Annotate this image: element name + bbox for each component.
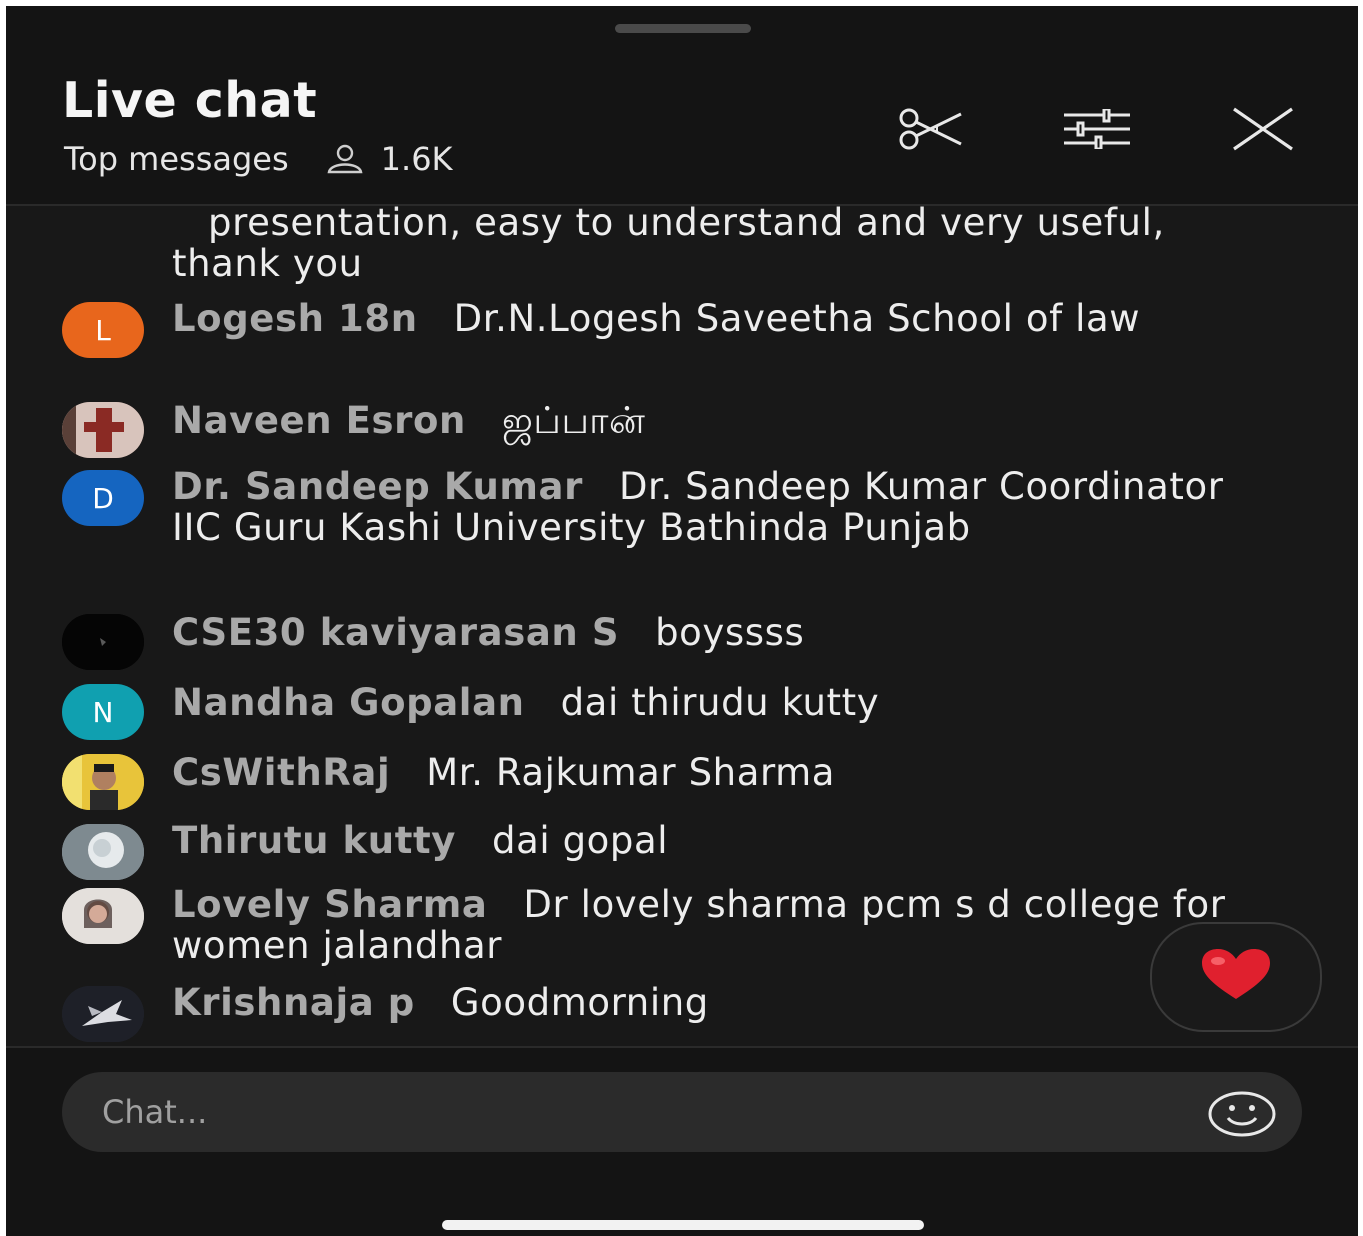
- chat-input[interactable]: [62, 1072, 1302, 1152]
- message-author[interactable]: Lovely Sharma: [172, 883, 487, 926]
- chat-title: Live chat: [62, 72, 318, 129]
- smiley-icon[interactable]: [1204, 1086, 1280, 1142]
- heart-icon: [1194, 947, 1278, 1007]
- close-icon[interactable]: [1228, 98, 1298, 160]
- avatar-photo-icon: [62, 614, 144, 670]
- viewer-count: 1.6K: [380, 140, 453, 178]
- message-author[interactable]: Thirutu kutty: [172, 819, 456, 862]
- message-text: ஜப்பான்: [501, 399, 646, 442]
- message-author[interactable]: Krishnaja p: [172, 981, 415, 1024]
- avatar-initial: N: [92, 695, 114, 729]
- message-author[interactable]: Dr. Sandeep Kumar: [172, 465, 583, 508]
- message-author[interactable]: Logesh 18n: [172, 297, 418, 340]
- avatar[interactable]: L: [62, 302, 144, 358]
- chat-mode-label: Top messages: [64, 140, 289, 178]
- chat-mode-selector[interactable]: Top messages 1.6K: [64, 140, 453, 178]
- message-author[interactable]: Naveen Esron: [172, 399, 466, 442]
- chat-composer: [6, 1046, 1358, 1236]
- chat-message-list[interactable]: presentation, easy to understand and ver…: [6, 196, 1358, 1046]
- avatar[interactable]: [62, 986, 144, 1042]
- avatar-photo-icon: [62, 402, 144, 458]
- message-text: Mr. Rajkumar Sharma: [426, 751, 836, 794]
- filter-sliders-icon[interactable]: [1062, 98, 1132, 160]
- message-text: Dr.N.Logesh Saveetha School of law: [453, 297, 1141, 340]
- avatar-photo-icon: [62, 888, 144, 944]
- avatar[interactable]: [62, 888, 144, 944]
- scissors-icon[interactable]: [896, 98, 966, 160]
- avatar[interactable]: [62, 824, 144, 880]
- message-text: dai gopal: [492, 819, 669, 862]
- avatar[interactable]: [62, 754, 144, 810]
- avatar-photo-icon: [62, 986, 144, 1042]
- avatar-photo-icon: [62, 754, 144, 810]
- avatar[interactable]: D: [62, 470, 144, 526]
- live-chat-panel: Live chat Top messages 1.6K presentation…: [6, 6, 1358, 1236]
- chat-header: Live chat Top messages 1.6K: [6, 6, 1358, 206]
- avatar-photo-icon: [62, 824, 144, 880]
- message-author[interactable]: CSE30 kaviyarasan S: [172, 611, 619, 654]
- message-text: boyssss: [655, 611, 805, 654]
- avatar-initial: D: [92, 481, 114, 515]
- avatar[interactable]: N: [62, 684, 144, 740]
- message-text: dai thirudu kutty: [560, 681, 880, 724]
- message-text: Goodmorning: [450, 981, 709, 1024]
- message-author[interactable]: Nandha Gopalan: [172, 681, 525, 724]
- message-author[interactable]: CsWithRaj: [172, 751, 390, 794]
- message-text: presentation, easy to understand and ver…: [172, 201, 1165, 285]
- person-icon: [325, 144, 365, 174]
- heart-reaction-button[interactable]: [1150, 922, 1322, 1032]
- home-indicator: [442, 1220, 924, 1230]
- avatar-initial: L: [95, 313, 111, 347]
- avatar[interactable]: [62, 402, 144, 458]
- drag-handle[interactable]: [615, 24, 751, 33]
- avatar[interactable]: [62, 614, 144, 670]
